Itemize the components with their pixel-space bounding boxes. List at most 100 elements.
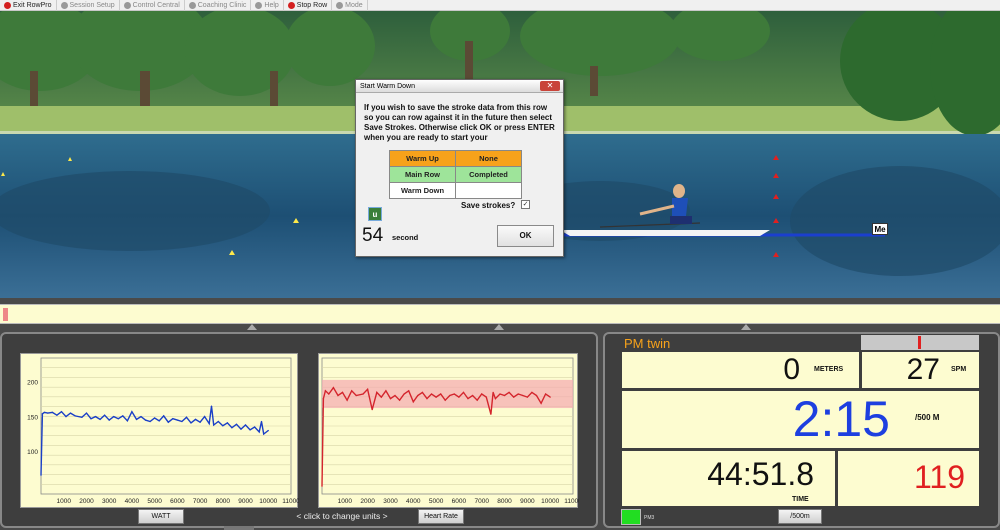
heart-rate-button[interactable]: Heart Rate: [418, 509, 464, 524]
menu-item-label: Stop Row: [296, 1, 328, 9]
data-point: [267, 429, 269, 432]
data-point: [444, 399, 446, 401]
data-point: [380, 396, 382, 398]
time-label: TIME: [792, 496, 809, 503]
pace-label: /500 M: [915, 413, 940, 422]
units-hint[interactable]: < click to change units >: [262, 511, 422, 521]
data-point: [172, 418, 174, 420]
data-point: [412, 401, 414, 403]
watt-chart-svg: 200 150 100 1000 2000 3000 4000 5000 6000 7000 800…: [27, 357, 300, 505]
save-strokes-label: Save strokes?: [461, 201, 516, 210]
stage-status: None: [455, 150, 522, 167]
data-point: [430, 393, 433, 395]
data-point: [90, 418, 92, 420]
x-tick-label: 10000: [541, 498, 559, 505]
data-point: [135, 418, 138, 420]
data-point: [362, 393, 364, 395]
data-point: [208, 423, 210, 425]
menu-item-exit[interactable]: Exit RowPro: [0, 0, 57, 11]
data-point: [60, 411, 63, 413]
pace-unit-button[interactable]: /500m: [778, 509, 822, 524]
boat-label: Me: [872, 223, 888, 235]
data-point: [490, 413, 492, 415]
spm-label: SPM: [951, 366, 967, 373]
data-point: [260, 420, 263, 423]
data-point: [408, 390, 410, 392]
ok-button[interactable]: OK: [497, 225, 554, 247]
data-point: [545, 393, 547, 395]
data-point: [254, 426, 256, 428]
data-point: [226, 422, 228, 424]
menu-item-label: Control Central: [132, 1, 180, 9]
stage-status: [455, 182, 522, 199]
y-tick-label: 200: [27, 379, 38, 386]
save-strokes-checkbox[interactable]: ✓: [521, 200, 530, 209]
x-tick-label: 1000: [338, 498, 353, 505]
data-point: [65, 416, 67, 418]
x-tick-label: 11000: [564, 498, 579, 505]
stage-name: Warm Down: [389, 182, 456, 199]
data-point: [476, 399, 478, 401]
data-point: [389, 398, 392, 400]
data-point: [351, 390, 353, 392]
session-setup-icon: [60, 1, 68, 9]
time-value: 44:51.8: [707, 456, 814, 492]
data-point: [144, 419, 147, 421]
pm-connection-indicator: [621, 509, 641, 525]
panel-toggle-arrow[interactable]: [741, 324, 751, 330]
stop-icon: [287, 1, 295, 9]
data-point: [376, 391, 378, 393]
x-tick-label: 6000: [170, 498, 185, 505]
menu-item-control-central[interactable]: Control Central: [120, 0, 185, 11]
spm-value: 27: [906, 353, 940, 386]
data-point: [213, 424, 215, 426]
x-tick-label: 6000: [452, 498, 467, 505]
menu-item-stop[interactable]: Stop Row: [284, 0, 333, 11]
x-tick-label: 9000: [238, 498, 253, 505]
x-tick-label: 11000: [282, 498, 299, 505]
data-point: [426, 398, 428, 400]
data-point: [513, 396, 515, 398]
watt-button[interactable]: WATT: [138, 509, 184, 524]
menu-item-coaching-clinic[interactable]: Coaching Clinic: [185, 0, 252, 11]
stage-name: Warm Up: [389, 150, 456, 167]
menu-item-label: Session Setup: [69, 1, 115, 9]
stage-row: Main Row Completed: [389, 166, 522, 183]
data-point: [517, 393, 519, 395]
data-point: [81, 416, 83, 418]
data-point: [181, 420, 183, 423]
menu-item-help[interactable]: Help: [251, 0, 284, 11]
menu-item-label: Exit RowPro: [13, 1, 52, 9]
menu-item-mode[interactable]: Mode: [332, 0, 368, 11]
data-point: [522, 394, 524, 397]
data-point: [494, 398, 496, 400]
data-point: [508, 391, 510, 393]
data-point: [240, 428, 242, 430]
x-tick-label: 2000: [360, 498, 375, 505]
data-point: [371, 409, 373, 411]
data-point: [117, 418, 119, 420]
data-point: [485, 396, 487, 398]
heart-rate-value: 119: [913, 459, 965, 495]
data-point: [74, 415, 76, 417]
data-point: [185, 416, 188, 418]
data-point: [199, 421, 201, 423]
data-point: [540, 402, 542, 404]
close-icon[interactable]: ✕: [540, 81, 560, 91]
data-point: [449, 394, 451, 397]
data-point: [94, 416, 97, 418]
data-point: [47, 412, 49, 414]
mode-icon: [336, 1, 344, 9]
data-point: [249, 429, 251, 431]
data-point: [40, 474, 42, 476]
panel-toggle-arrow[interactable]: [494, 324, 504, 330]
menu-item-session-setup[interactable]: Session Setup: [57, 0, 120, 11]
menu-bar: Exit RowPro Session Setup Control Central C…: [0, 0, 1000, 11]
data-point: [481, 393, 483, 395]
stage-table: Warm Up None Main Row Completed Warm Down: [389, 150, 522, 199]
data-point: [458, 396, 460, 398]
panel-toggle-arrow[interactable]: [247, 324, 257, 330]
heart-rate-chart: 1401201008060100020003000400050006000700…: [308, 353, 582, 508]
data-point: [435, 396, 437, 398]
u-button[interactable]: u: [368, 207, 382, 221]
